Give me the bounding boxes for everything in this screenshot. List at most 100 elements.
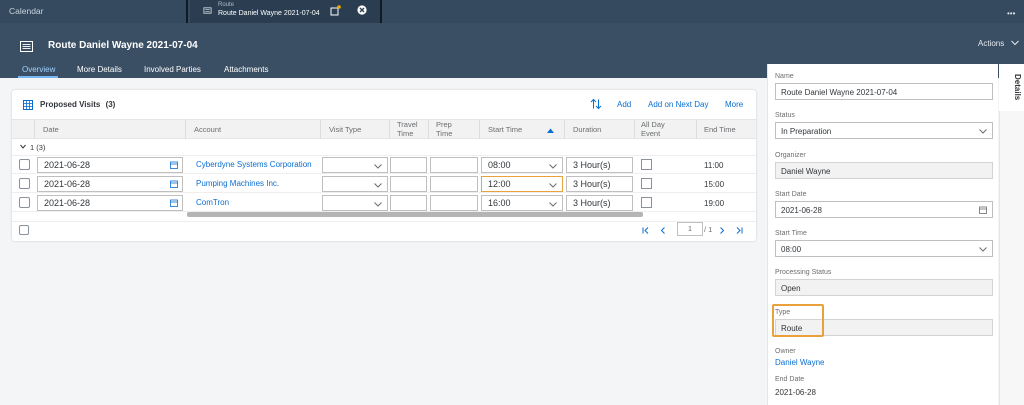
start-time-value: 16:00 — [488, 198, 511, 208]
calendar-icon[interactable] — [170, 180, 178, 188]
visit-type-select[interactable] — [322, 195, 388, 211]
all-day-checkbox[interactable] — [641, 197, 652, 208]
calendar-icon[interactable] — [170, 199, 178, 207]
open-in-new-window-icon[interactable] — [330, 5, 341, 16]
column-header-end-time[interactable]: End Time — [704, 125, 736, 134]
start-time-select[interactable]: 08:00 — [481, 157, 563, 173]
prep-time-input[interactable] — [430, 195, 478, 211]
date-input[interactable]: 2021-06-28 — [37, 157, 183, 173]
shell-overflow-icon[interactable]: ••• — [1007, 9, 1015, 18]
name-input[interactable]: Route Daniel Wayne 2021-07-04 — [775, 83, 993, 100]
chevron-down-icon[interactable] — [549, 164, 557, 169]
previous-page-icon[interactable] — [659, 227, 667, 234]
account-link[interactable]: ComTron — [196, 198, 229, 207]
table-row[interactable]: 2021-06-28 ComTron 16:00 3 Hour(s) 19:00 — [12, 194, 756, 212]
chevron-down-icon[interactable] — [549, 183, 557, 188]
chevron-down-icon[interactable] — [20, 144, 26, 149]
prep-time-input[interactable] — [430, 157, 478, 173]
column-header-start-time[interactable]: Start Time — [488, 125, 522, 134]
duration-input[interactable]: 3 Hour(s) — [566, 157, 633, 173]
table-row[interactable]: 2021-06-28 Cyberdyne Systems Corporation… — [12, 156, 756, 174]
start-time-select[interactable]: 12:00 — [481, 176, 563, 192]
duration-input[interactable]: 3 Hour(s) — [566, 176, 633, 192]
chevron-down-icon[interactable] — [374, 164, 382, 169]
horizontal-scrollbar[interactable] — [187, 212, 643, 217]
date-input[interactable]: 2021-06-28 — [37, 176, 183, 192]
calendar-tab[interactable]: Calendar — [9, 6, 44, 16]
row-select-checkbox[interactable] — [19, 178, 30, 189]
route-tab-subtitle: Route — [218, 2, 235, 8]
calendar-icon[interactable] — [979, 206, 987, 214]
status-select[interactable]: In Preparation — [775, 122, 993, 139]
chevron-down-icon[interactable] — [979, 247, 987, 252]
status-label: Status — [775, 112, 795, 119]
tab-overview[interactable]: Overview — [22, 65, 55, 74]
owner-link[interactable]: Daniel Wayne — [775, 358, 825, 367]
date-value: 2021-06-28 — [44, 160, 91, 170]
visit-type-select[interactable] — [322, 176, 388, 192]
column-header-duration[interactable]: Duration — [573, 125, 601, 134]
start-time-value: 08:00 — [488, 160, 511, 170]
travel-time-input[interactable] — [390, 176, 427, 192]
close-tab-icon[interactable] — [357, 5, 367, 15]
calendar-icon[interactable] — [170, 161, 178, 169]
start-date-input[interactable]: 2021-06-28 — [775, 201, 993, 218]
last-page-icon[interactable] — [735, 227, 743, 234]
add-button[interactable]: Add — [617, 100, 631, 109]
divider — [12, 221, 756, 222]
column-header-travel-time[interactable]: Travel Time — [397, 120, 431, 138]
chevron-down-icon[interactable] — [1011, 40, 1019, 46]
route-tab[interactable]: Route Route Daniel Wayne 2021-07-04 — [190, 0, 380, 23]
row-select-checkbox[interactable] — [19, 159, 30, 170]
chevron-down-icon[interactable] — [374, 202, 382, 207]
owner-label: Owner — [775, 348, 796, 355]
tab-involved-parties[interactable]: Involved Parties — [144, 65, 201, 74]
more-button[interactable]: More — [725, 100, 743, 109]
column-header-account[interactable]: Account — [194, 125, 221, 134]
prep-time-input[interactable] — [430, 176, 478, 192]
all-day-checkbox[interactable] — [641, 178, 652, 189]
next-page-icon[interactable] — [718, 227, 726, 234]
actions-menu-button[interactable]: Actions — [978, 39, 1004, 48]
column-header-prep-time[interactable]: Prep Time — [436, 120, 470, 138]
account-link[interactable]: Cyberdyne Systems Corporation — [196, 160, 312, 169]
row-select-checkbox[interactable] — [19, 197, 30, 208]
travel-time-input[interactable] — [390, 195, 427, 211]
duration-value: 3 Hour(s) — [573, 160, 611, 170]
table-row[interactable]: 2021-06-28 Pumping Machines Inc. 12:00 3… — [12, 175, 756, 193]
group-header-row[interactable]: 1 (3) — [12, 139, 756, 156]
chevron-down-icon[interactable] — [549, 202, 557, 207]
column-divider — [320, 120, 321, 139]
proposed-visits-count: (3) — [105, 100, 116, 109]
organizer-label: Organizer — [775, 152, 806, 159]
details-side-tab-label[interactable]: Details — [1002, 74, 1022, 100]
visit-type-select[interactable] — [322, 157, 388, 173]
select-all-checkbox[interactable] — [19, 225, 29, 235]
first-page-icon[interactable] — [642, 227, 650, 234]
chevron-down-icon[interactable] — [979, 129, 987, 134]
date-input[interactable]: 2021-06-28 — [37, 195, 183, 211]
processing-status-label: Processing Status — [775, 269, 832, 276]
end-date-value: 2021-06-28 — [775, 388, 816, 397]
page-number-input[interactable]: 1 — [677, 222, 703, 236]
account-link[interactable]: Pumping Machines Inc. — [196, 179, 279, 188]
sort-icon[interactable] — [590, 98, 602, 110]
start-time-select[interactable]: 16:00 — [481, 195, 563, 211]
end-time-value: 11:00 — [704, 161, 724, 170]
duration-input[interactable]: 3 Hour(s) — [566, 195, 633, 211]
add-on-next-day-button[interactable]: Add on Next Day — [648, 100, 708, 109]
travel-time-input[interactable] — [390, 157, 427, 173]
column-divider — [479, 120, 480, 139]
start-date-label: Start Date — [775, 191, 807, 198]
tab-more-details[interactable]: More Details — [77, 65, 122, 74]
table-header: Date Account Visit Type Travel Time Prep… — [12, 119, 756, 139]
column-header-visit-type[interactable]: Visit Type — [329, 125, 361, 134]
tab-attachments[interactable]: Attachments — [224, 65, 268, 74]
start-time-select[interactable]: 08:00 — [775, 240, 993, 257]
column-header-date[interactable]: Date — [43, 125, 59, 134]
all-day-checkbox[interactable] — [641, 159, 652, 170]
column-header-all-day-event[interactable]: All Day Event — [641, 120, 681, 138]
chevron-down-icon[interactable] — [374, 183, 382, 188]
route-tab-title: Route Daniel Wayne 2021-07-04 — [218, 10, 320, 17]
details-panel: Name Route Daniel Wayne 2021-07-04 Statu… — [767, 64, 998, 405]
